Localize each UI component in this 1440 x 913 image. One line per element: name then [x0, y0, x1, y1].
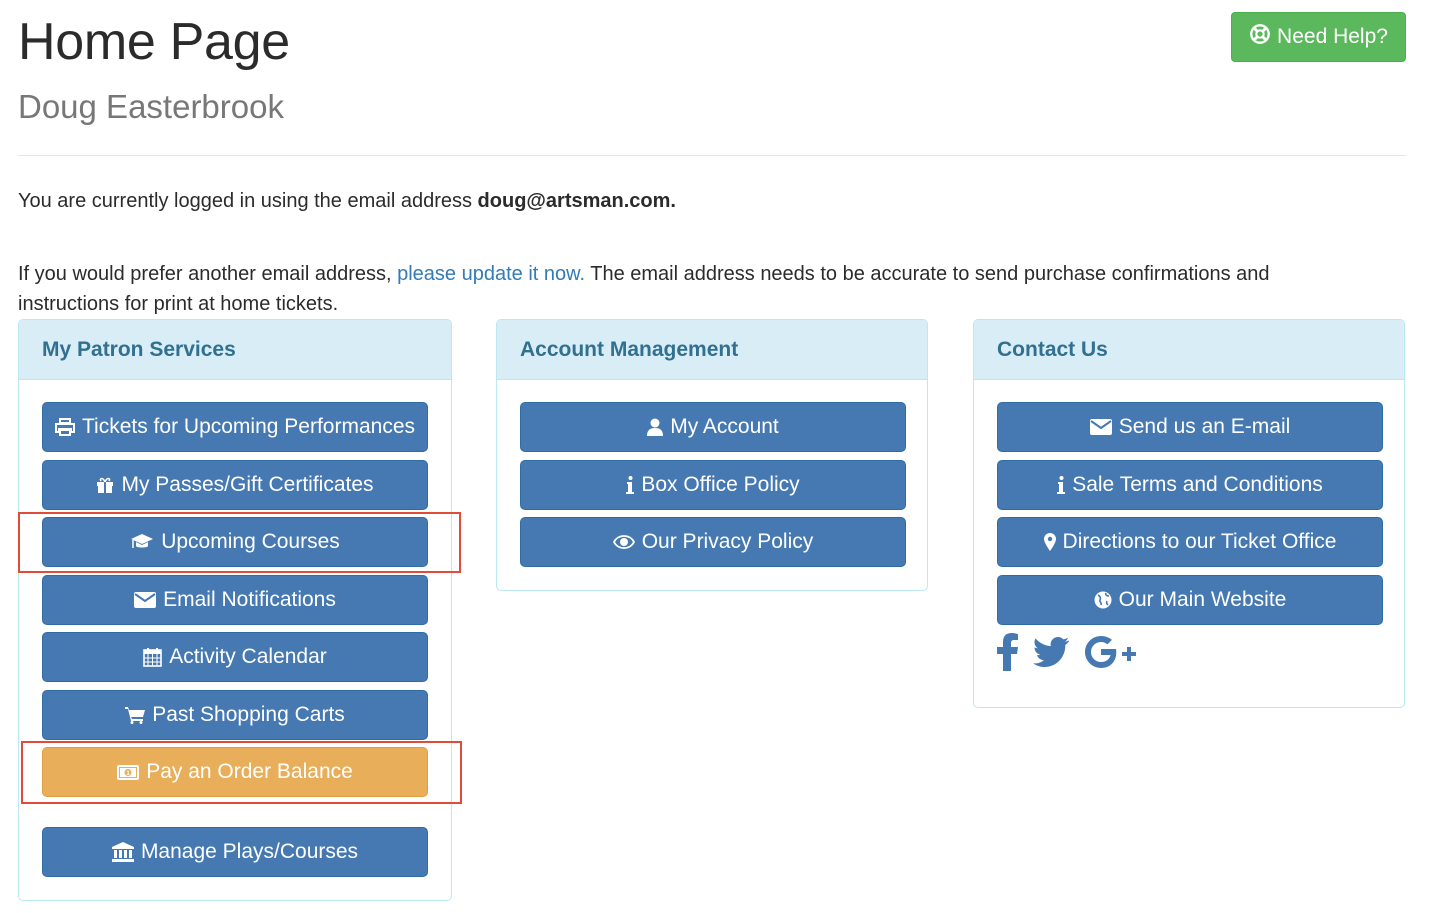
panel-title: Account Management	[497, 320, 927, 380]
button-label: Box Office Policy	[641, 472, 800, 496]
past-shopping-carts-button[interactable]: Past Shopping Carts	[42, 689, 428, 740]
logged-in-text: You are currently logged in using the em…	[18, 190, 472, 212]
passes-gift-certificates-button[interactable]: My Passes/Gift Certificates	[42, 459, 428, 510]
patron-services-panel: My Patron Services Tickets for Upcoming …	[18, 319, 452, 901]
info-icon	[626, 475, 635, 494]
my-account-button[interactable]: My Account	[520, 402, 906, 452]
privacy-policy-button[interactable]: Our Privacy Policy	[520, 517, 906, 567]
button-label: Our Privacy Policy	[641, 530, 814, 553]
main-website-button[interactable]: Our Main Website	[997, 574, 1383, 625]
pay-order-balance-button[interactable]: 1 Pay an Order Balance	[42, 747, 428, 797]
button-label: Tickets for Upcoming Performances	[82, 415, 415, 438]
email-notifications-button[interactable]: Email Notifications	[42, 574, 428, 625]
button-label: My Account	[670, 415, 779, 438]
activity-calendar-button[interactable]: Activity Calendar	[42, 632, 428, 682]
globe-icon	[1094, 591, 1112, 609]
info-icon	[1057, 475, 1066, 494]
directions-button[interactable]: Directions to our Ticket Office	[997, 517, 1383, 567]
shopping-cart-icon	[125, 706, 146, 724]
map-marker-icon	[1043, 533, 1056, 551]
bank-icon	[111, 841, 134, 862]
button-label: Upcoming Courses	[161, 530, 340, 553]
account-management-panel: Account Management My Account Box Office…	[496, 319, 928, 591]
calendar-icon	[143, 647, 163, 667]
page-title: Home Page	[18, 13, 290, 71]
manage-plays-courses-button[interactable]: Manage Plays/Courses	[42, 826, 428, 877]
send-email-button[interactable]: Send us an E-mail	[997, 402, 1383, 452]
sale-terms-button[interactable]: Sale Terms and Conditions	[997, 459, 1383, 510]
panel-title: Contact Us	[974, 320, 1404, 380]
tickets-upcoming-performances-button[interactable]: Tickets for Upcoming Performances	[42, 402, 428, 452]
envelope-icon	[1089, 419, 1112, 435]
money-icon: 1	[117, 764, 140, 780]
update-email-link[interactable]: please update it now.	[397, 263, 585, 285]
life-ring-icon	[1249, 23, 1271, 51]
update-email-message: If you would prefer another email addres…	[18, 259, 1358, 319]
user-email: doug@artsman.com.	[477, 190, 676, 212]
button-label: Manage Plays/Courses	[140, 839, 359, 863]
gift-icon	[96, 476, 114, 494]
contact-us-panel: Contact Us Send us an E-mail Sale Terms …	[973, 319, 1405, 708]
button-label: Sale Terms and Conditions	[1072, 472, 1323, 496]
user-name: Doug Easterbrook	[18, 88, 284, 125]
twitter-icon[interactable]	[1032, 636, 1069, 672]
social-links	[997, 632, 1381, 676]
button-label: My Passes/Gift Certificates	[121, 472, 374, 496]
box-office-policy-button[interactable]: Box Office Policy	[520, 459, 906, 510]
button-label: Email Notifications	[163, 587, 336, 611]
graduation-cap-icon	[130, 533, 154, 551]
button-label: Activity Calendar	[169, 645, 327, 668]
need-help-button[interactable]: Need Help?	[1231, 12, 1406, 62]
user-icon	[647, 418, 664, 436]
update-prefix-text: If you would prefer another email addres…	[18, 263, 392, 285]
eye-icon	[612, 535, 635, 549]
button-label: Our Main Website	[1118, 587, 1287, 611]
panel-title: My Patron Services	[19, 320, 451, 380]
facebook-icon[interactable]	[997, 632, 1019, 676]
need-help-label: Need Help?	[1277, 25, 1388, 48]
page-header: Home Page Doug Easterbrook Need Help?	[18, 0, 1406, 156]
button-label: Pay an Order Balance	[146, 760, 353, 783]
print-icon	[55, 418, 75, 436]
envelope-icon	[134, 591, 157, 608]
button-label: Past Shopping Carts	[152, 702, 345, 726]
upcoming-courses-button[interactable]: Upcoming Courses	[42, 517, 428, 567]
logged-in-message: You are currently logged in using the em…	[18, 186, 676, 216]
button-label: Send us an E-mail	[1118, 415, 1291, 438]
google-plus-icon[interactable]	[1083, 634, 1139, 675]
button-label: Directions to our Ticket Office	[1062, 530, 1337, 553]
